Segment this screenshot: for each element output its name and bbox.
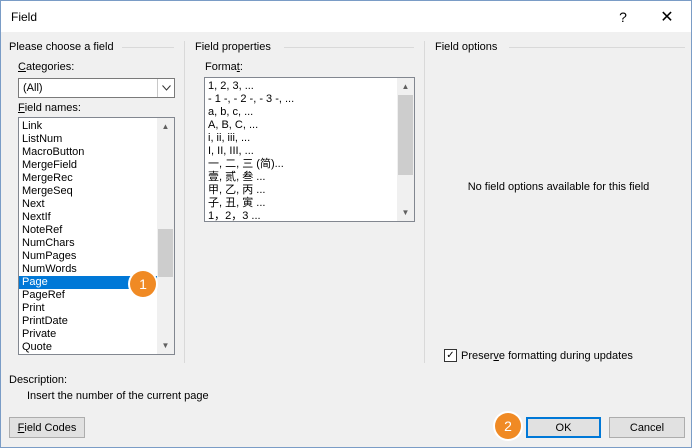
field-names-items: Link ListNum MacroButton MergeField MergeRec… — [19, 120, 159, 354]
field-names-list[interactable]: Link ListNum MacroButton MergeField MergeRec… — [18, 117, 175, 355]
field-properties-heading: Field properties — [195, 41, 271, 53]
field-name-item[interactable]: PrintDate — [19, 315, 159, 328]
format-item[interactable]: 壹, 贰, 叁 ... — [205, 171, 397, 184]
field-name-item[interactable]: Private — [19, 328, 159, 341]
field-names-label: Field names: — [18, 102, 81, 114]
format-items: 1, 2, 3, ... - 1 -, - 2 -, - 3 -, ... a, b… — [205, 80, 397, 221]
close-button[interactable]: ✕ — [652, 6, 682, 28]
preserve-formatting-label: Preserve formatting during updates — [461, 349, 633, 362]
field-name-item[interactable]: MacroButton — [19, 146, 159, 159]
chevron-down-icon[interactable] — [157, 79, 174, 97]
field-names-scroll-thumb[interactable] — [158, 229, 173, 277]
heading-divider — [284, 47, 414, 48]
cancel-button[interactable]: Cancel — [609, 417, 685, 438]
preserve-formatting-checkbox[interactable]: ✓ — [444, 349, 457, 362]
column-divider-2 — [424, 41, 425, 363]
format-item[interactable]: 甲, 乙, 丙 ... — [205, 184, 397, 197]
description-text: Insert the number of the current page — [27, 390, 209, 402]
format-item[interactable]: i, ii, iii, ... — [205, 132, 397, 145]
format-scroll-thumb[interactable] — [398, 95, 413, 175]
format-item[interactable]: 1, 2, 3, ... — [205, 80, 397, 93]
format-item[interactable]: 1，2，3 ... — [205, 210, 397, 221]
field-dialog: Field ? ✕ Please choose a field Categori… — [0, 0, 692, 448]
field-name-item[interactable]: ListNum — [19, 133, 159, 146]
field-name-item[interactable]: MergeRec — [19, 172, 159, 185]
callout-badge-1: 1 — [130, 271, 156, 297]
format-item[interactable]: I, II, III, ... — [205, 145, 397, 158]
caret-down-icon[interactable]: ▼ — [157, 337, 174, 354]
field-name-item[interactable]: NextIf — [19, 211, 159, 224]
field-name-item[interactable]: MergeField — [19, 159, 159, 172]
format-scrollbar[interactable]: ▲ ▼ — [397, 78, 414, 221]
caret-down-icon[interactable]: ▼ — [397, 204, 414, 221]
field-name-item[interactable]: NumPages — [19, 250, 159, 263]
dialog-title: Field — [11, 10, 38, 24]
callout-badge-2: 2 — [495, 413, 521, 439]
heading-divider — [122, 47, 174, 48]
field-codes-button[interactable]: Field Codes — [9, 417, 85, 438]
categories-dropdown[interactable]: (All) — [18, 78, 175, 98]
column-divider-1 — [184, 41, 185, 363]
field-name-item[interactable]: NumChars — [19, 237, 159, 250]
format-item[interactable]: 子, 丑, 寅 ... — [205, 197, 397, 210]
field-name-item[interactable]: Print — [19, 302, 159, 315]
field-name-item[interactable]: Next — [19, 198, 159, 211]
format-label: Format: — [205, 61, 243, 73]
preserve-formatting-option[interactable]: ✓ Preserve formatting during updates — [444, 349, 633, 362]
choose-field-heading: Please choose a field — [9, 41, 114, 53]
categories-label: Categories: — [18, 61, 75, 73]
field-name-item[interactable]: Quote — [19, 341, 159, 354]
field-name-item[interactable]: Link — [19, 120, 159, 133]
field-names-scrollbar[interactable]: ▲ ▼ — [157, 118, 174, 354]
description-label: Description: — [9, 374, 68, 386]
format-item[interactable]: A, B, C, ... — [205, 119, 397, 132]
categories-value: (All) — [23, 82, 43, 94]
caret-up-icon[interactable]: ▲ — [157, 118, 174, 135]
format-item[interactable]: 一, 二, 三 (简)... — [205, 158, 397, 171]
no-options-message: No field options available for this fiel… — [467, 181, 650, 193]
checkmark-icon: ✓ — [446, 349, 455, 361]
format-item[interactable]: a, b, c, ... — [205, 106, 397, 119]
format-item[interactable]: - 1 -, - 2 -, - 3 -, ... — [205, 93, 397, 106]
field-name-item[interactable]: MergeSeq — [19, 185, 159, 198]
format-list[interactable]: 1, 2, 3, ... - 1 -, - 2 -, - 3 -, ... a, b… — [204, 77, 415, 222]
field-options-heading: Field options — [435, 41, 498, 53]
field-name-item[interactable]: NoteRef — [19, 224, 159, 237]
caret-up-icon[interactable]: ▲ — [397, 78, 414, 95]
help-button[interactable]: ? — [608, 6, 638, 28]
ok-button[interactable]: OK — [526, 417, 601, 438]
title-bar: Field ? ✕ — [1, 1, 691, 32]
heading-divider — [509, 47, 685, 48]
